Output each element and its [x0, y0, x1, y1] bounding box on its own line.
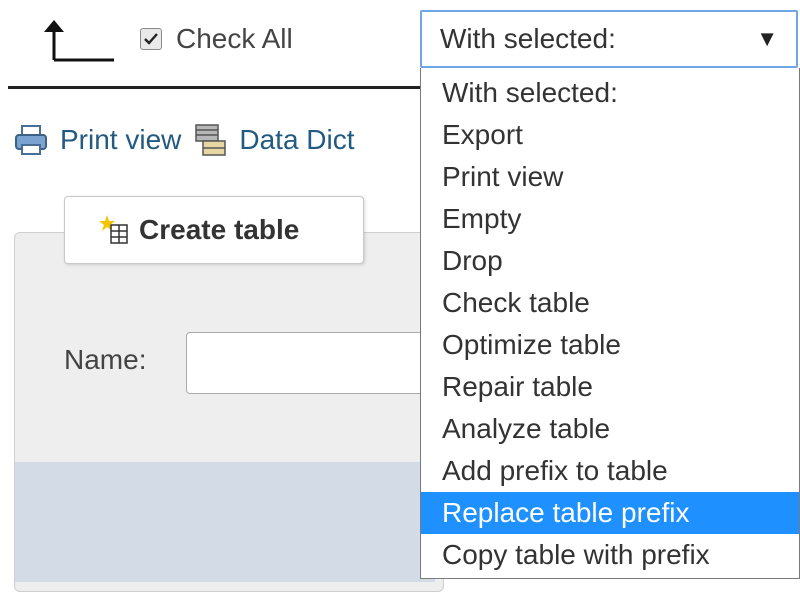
- divider: [8, 86, 438, 89]
- arrow-up-left-icon: [44, 20, 114, 62]
- create-table-icon: [99, 215, 128, 244]
- print-view-link[interactable]: Print view: [60, 124, 181, 156]
- data-dictionary-icon: [195, 124, 227, 156]
- with-selected-dropdown-list: With selected: Export Print view Empty D…: [420, 68, 800, 579]
- check-all-checkbox[interactable]: [140, 28, 162, 50]
- table-name-label: Name:: [64, 344, 147, 375]
- data-dictionary-link[interactable]: Data Dict: [239, 124, 354, 156]
- option-drop[interactable]: Drop: [421, 240, 799, 282]
- create-table-title: Create table: [139, 214, 300, 245]
- option-analyze-table[interactable]: Analyze table: [421, 408, 799, 450]
- create-table-footer: [15, 462, 435, 582]
- dropdown-arrow-icon: ▼: [756, 26, 778, 51]
- table-tools-row: Print view Data Dict: [14, 120, 355, 160]
- option-copy-table-with-prefix[interactable]: Copy table with prefix: [421, 534, 799, 576]
- check-all-control[interactable]: Check All: [140, 20, 293, 58]
- checkbox-checked-icon: [144, 33, 158, 45]
- option-check-table[interactable]: Check table: [421, 282, 799, 324]
- option-optimize-table[interactable]: Optimize table: [421, 324, 799, 366]
- table-name-input[interactable]: [186, 332, 436, 394]
- with-selected-value: With selected:: [440, 23, 616, 54]
- option-export[interactable]: Export: [421, 114, 799, 156]
- create-table-legend: Create table: [64, 196, 364, 264]
- option-add-prefix-to-table[interactable]: Add prefix to table: [421, 450, 799, 492]
- check-all-label: Check All: [176, 23, 293, 54]
- option-with-selected[interactable]: With selected:: [421, 72, 799, 114]
- option-print-view[interactable]: Print view: [421, 156, 799, 198]
- option-empty[interactable]: Empty: [421, 198, 799, 240]
- option-replace-table-prefix[interactable]: Replace table prefix: [421, 492, 799, 534]
- print-icon: [15, 125, 47, 155]
- with-selected-select[interactable]: With selected: ▼: [420, 10, 798, 68]
- option-repair-table[interactable]: Repair table: [421, 366, 799, 408]
